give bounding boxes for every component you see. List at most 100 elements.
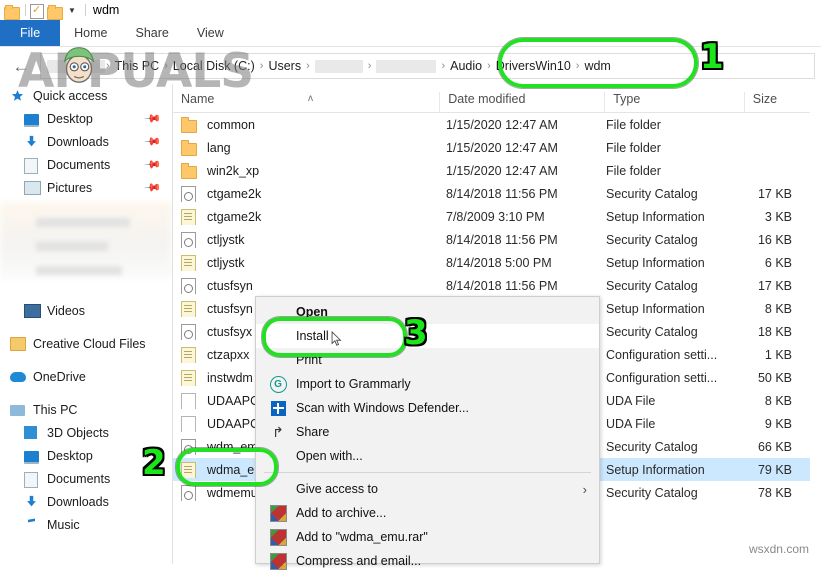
nav-label: 3D Objects [47, 425, 109, 440]
chevron-right-icon: › [306, 60, 310, 72]
table-row[interactable]: win2k_xp 1/15/2020 12:47 AM File folder [173, 159, 821, 182]
menu-item-compress-and-email[interactable]: Compress and email... [256, 549, 599, 573]
column-header-type[interactable]: Type [604, 92, 744, 112]
file-name-cell: common [173, 117, 438, 133]
file-name-label: ctgame2k [207, 186, 262, 201]
vertical-scrollbar[interactable] [810, 84, 821, 564]
file-date-cell: 8/14/2018 11:56 PM [446, 232, 558, 247]
table-row[interactable]: ctgame2k 7/8/2009 3:10 PM Setup Informatio… [173, 205, 821, 228]
file-name-label: instwdm [207, 370, 253, 385]
sidebar-item-onedrive[interactable]: OneDrive [0, 365, 172, 388]
breadcrumb-driverswin10[interactable]: DriversWin10 [492, 59, 575, 73]
sidebar-item-downloads[interactable]: Downloads 📌 [0, 130, 172, 153]
breadcrumb-users[interactable]: Users [264, 59, 305, 73]
tab-file[interactable]: File [0, 20, 61, 46]
blank-file-icon [181, 392, 200, 409]
catalog-icon [181, 185, 200, 202]
file-type-cell: Setup Information [606, 209, 705, 224]
file-type-cell: Security Catalog [606, 324, 698, 339]
file-size-cell: 50 KB [757, 370, 792, 385]
ascending-caret-icon: ᴧ [308, 93, 313, 104]
pin-icon[interactable]: 📌 [144, 178, 163, 197]
menu-item-scan-with-windows-defender[interactable]: Scan with Windows Defender... [256, 396, 599, 420]
file-name-cell: win2k_xp [173, 163, 438, 179]
menu-item-label: Print [296, 353, 322, 367]
picture-icon [24, 180, 41, 195]
new-folder-icon[interactable] [47, 3, 63, 20]
file-date-cell: 8/14/2018 11:56 PM [446, 278, 558, 293]
sidebar-item-documents[interactable]: Documents 📌 [0, 153, 172, 176]
document-icon [24, 471, 41, 488]
file-size-cell: 6 KB [764, 255, 792, 270]
download-icon [24, 135, 41, 149]
sidebar-item-creative-cloud-files[interactable]: Creative Cloud Files [0, 332, 172, 355]
menu-item-open-with[interactable]: Open with... [256, 444, 599, 468]
pin-icon[interactable]: 📌 [144, 132, 163, 151]
no-icon [266, 328, 290, 344]
menu-item-label: Import to Grammarly [296, 377, 411, 391]
file-name-cell: lang [173, 140, 438, 156]
file-name-label: lang [207, 140, 231, 155]
menu-item-label: Scan with Windows Defender... [296, 401, 469, 415]
nav-label: Documents [47, 157, 111, 172]
menu-item-add-to-archive[interactable]: Add to archive... [256, 501, 599, 525]
table-row[interactable]: ctljystk 8/14/2018 5:00 PM Setup Informati… [173, 251, 821, 274]
sidebar-item-music[interactable]: Music [0, 513, 172, 536]
no-icon [266, 448, 290, 464]
file-explorer-window: ▼ wdm File Home Share View ← › This PC ›… [0, 0, 821, 570]
menu-item-label: Add to archive... [296, 506, 387, 520]
menu-item-import-to-grammarly[interactable]: G Import to Grammarly [256, 372, 599, 396]
divider [25, 4, 26, 16]
file-name-label: ctljystk [207, 255, 245, 270]
table-row[interactable]: common 1/15/2020 12:47 AM File folder [173, 113, 821, 136]
menu-item-share[interactable]: ↱ Share [256, 420, 599, 444]
file-size-cell: 18 KB [757, 324, 792, 339]
sidebar-item-3d-objects[interactable]: 3D Objects [0, 421, 172, 444]
file-size-cell: 8 KB [764, 301, 792, 316]
file-name-label: ctusfsyx [207, 324, 253, 339]
setup-info-icon [181, 369, 200, 386]
menu-item-label: Open [296, 305, 328, 319]
pin-icon[interactable]: 📌 [144, 109, 163, 128]
pin-icon[interactable]: 📌 [144, 155, 163, 174]
menu-item-give-access-to[interactable]: Give access to › [256, 477, 599, 501]
file-date-cell: 1/15/2020 12:47 AM [446, 163, 558, 178]
sidebar-item-videos[interactable]: Videos [0, 299, 172, 322]
file-date-cell: 1/15/2020 12:47 AM [446, 140, 558, 155]
sidebar-item-this-pc[interactable]: This PC [0, 398, 172, 421]
nav-label: Creative Cloud Files [33, 336, 146, 351]
table-row[interactable]: ctusfsyn 8/14/2018 11:56 PM Security Catal… [173, 274, 821, 297]
customize-caret-icon[interactable]: ▼ [68, 6, 76, 15]
table-row[interactable]: lang 1/15/2020 12:47 AM File folder [173, 136, 821, 159]
properties-icon[interactable] [30, 3, 45, 19]
nav-label: Desktop [47, 448, 93, 463]
breadcrumb-wdm[interactable]: wdm [580, 59, 614, 73]
file-type-cell: UDA File [606, 416, 656, 431]
breadcrumb-redacted-user [314, 59, 363, 73]
sidebar-item-downloads-pc[interactable]: Downloads [0, 490, 172, 513]
sidebar-item-desktop[interactable]: Desktop 📌 [0, 107, 172, 130]
breadcrumb-audio[interactable]: Audio [446, 59, 486, 73]
music-icon [24, 517, 41, 532]
this-pc-icon [10, 403, 27, 417]
table-row[interactable]: ctljystk 8/14/2018 11:56 PM Security Catal… [173, 228, 821, 251]
redacted-line [36, 218, 130, 227]
file-type-cell: File folder [606, 163, 661, 178]
file-name-cell: ctljystk [173, 254, 438, 271]
creative-cloud-icon [10, 336, 27, 351]
column-header-date-modified[interactable]: Date modified [439, 92, 604, 112]
divider [84, 4, 86, 16]
menu-item-label: Add to "wdma_emu.rar" [296, 530, 428, 544]
tab-view[interactable]: View [183, 20, 238, 46]
annotation-number-1: 1 [700, 37, 724, 77]
folder-icon[interactable] [4, 3, 20, 20]
file-name-label: ctusfsyn [207, 278, 253, 293]
tab-share[interactable]: Share [122, 20, 183, 46]
nav-label: This PC [33, 402, 78, 417]
menu-separator [264, 472, 591, 473]
table-row[interactable]: ctgame2k 8/14/2018 11:56 PM Security Catal… [173, 182, 821, 205]
sidebar-item-pictures[interactable]: Pictures 📌 [0, 176, 172, 199]
menu-item-add-to-rar[interactable]: Add to "wdma_emu.rar" [256, 525, 599, 549]
document-icon [24, 157, 41, 174]
file-type-cell: Setup Information [606, 255, 705, 270]
